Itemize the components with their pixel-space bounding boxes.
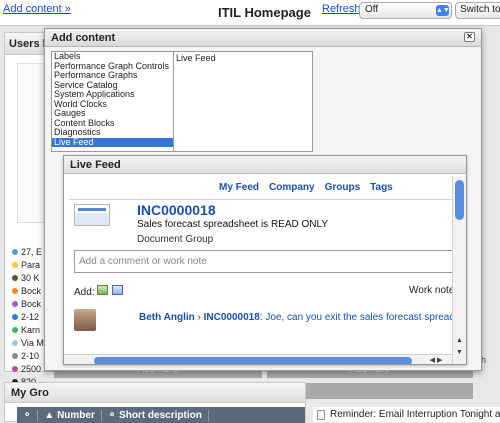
refresh-select[interactable]: Off ▲▼ bbox=[359, 2, 452, 19]
feed-tabs: My Feed Company Groups Tags bbox=[219, 182, 393, 193]
incident-description: Sales forecast spreadsheet is READ ONLY bbox=[137, 219, 329, 230]
tabs-divider bbox=[69, 199, 457, 200]
entry-separator: › bbox=[194, 312, 204, 323]
refresh-link[interactable]: Refresh: bbox=[322, 3, 364, 15]
reminder-text: Reminder: Email Interruption Tonight at bbox=[330, 409, 500, 420]
feed-tab[interactable]: Tags bbox=[370, 182, 393, 193]
legend-label: 2-12 bbox=[21, 311, 40, 322]
column-number-label: Number bbox=[57, 409, 95, 421]
scrollbar-thumb[interactable] bbox=[455, 180, 464, 220]
legend-dot-icon bbox=[12, 287, 18, 294]
page-title: ITIL Homepage bbox=[218, 5, 311, 20]
legend-dot-icon bbox=[12, 261, 18, 268]
preview-vertical-scrollbar[interactable]: ▲ ▼ bbox=[452, 176, 466, 364]
add-content-dialog: Add content ✕ Labels Performance Graph Co… bbox=[44, 28, 482, 371]
feed-tab[interactable]: My Feed bbox=[219, 182, 259, 193]
category-item[interactable]: Live Feed bbox=[52, 137, 187, 147]
my-groups-title: My Gro bbox=[5, 383, 305, 403]
incident-number[interactable]: INC0000018 bbox=[137, 202, 216, 218]
comment-input[interactable] bbox=[74, 250, 459, 273]
add-label: Add: bbox=[74, 287, 95, 298]
legend-label: 2-10 bbox=[21, 350, 40, 361]
content-item[interactable]: Live Feed bbox=[174, 52, 312, 64]
feed-tab[interactable]: Company bbox=[269, 182, 315, 193]
category-list[interactable]: Labels Performance Graph Controls Performa… bbox=[51, 51, 188, 152]
legend-label: 2500 bbox=[21, 363, 42, 374]
legend-dot-icon bbox=[12, 300, 18, 307]
content-item-list[interactable]: Live Feed bbox=[173, 51, 313, 152]
scroll-up-icon[interactable]: ▲ bbox=[454, 336, 465, 346]
dialog-header: Add content ✕ bbox=[45, 29, 481, 47]
column-number[interactable]: ▲ Number bbox=[38, 409, 102, 421]
legend-label: 27, E bbox=[21, 246, 43, 257]
feed-entry: Beth Anglin › INC0000018: Joe, can you e… bbox=[139, 312, 467, 323]
reminder-item[interactable]: Reminder: Email Interruption Tonight at bbox=[313, 407, 500, 422]
document-icon bbox=[317, 409, 325, 420]
incident-group: Document Group bbox=[137, 234, 214, 245]
avatar bbox=[74, 309, 96, 331]
column-short-description[interactable]: ⚬ Short description bbox=[102, 409, 209, 421]
legend-dot-icon bbox=[12, 352, 18, 359]
legend-label: Bock bbox=[21, 298, 42, 309]
live-feed-preview: Live Feed My Feed Company Groups Tags INC00… bbox=[63, 155, 467, 365]
entry-message: : Joe, can you exit the sales forecast s… bbox=[259, 312, 467, 323]
updown-arrows-icon: ▲▼ bbox=[436, 5, 450, 16]
entry-author[interactable]: Beth Anglin bbox=[139, 312, 195, 323]
homepage-toolbar: Add content » ITIL Homepage Refresh: Off… bbox=[0, 0, 500, 26]
scroll-left-right-icon[interactable]: ◀ ▶ bbox=[422, 355, 450, 364]
my-groups-widget: My Gro ⚬ ▲ Number ⚬ Short description bbox=[4, 382, 306, 423]
add-image-icon[interactable] bbox=[97, 285, 108, 295]
preview-horizontal-scrollbar[interactable]: ◀ ▶ bbox=[64, 354, 452, 364]
sort-icon[interactable]: ⚬ bbox=[17, 409, 39, 421]
legend-label: Bock bbox=[21, 285, 42, 296]
legend-dot-icon bbox=[12, 339, 18, 346]
column-short-description-label: Short description bbox=[119, 409, 202, 421]
dialog-title: Add content bbox=[51, 32, 116, 44]
add-content-link[interactable]: Add content » bbox=[3, 3, 71, 15]
legend-label: Via M bbox=[21, 337, 44, 348]
add-document-icon[interactable] bbox=[112, 285, 123, 295]
incident-thumbnail bbox=[74, 204, 110, 226]
legend-dot-icon bbox=[12, 365, 18, 372]
switch-to-button[interactable]: Switch to bbox=[455, 2, 500, 19]
entry-incident-link[interactable]: INC0000018 bbox=[204, 312, 260, 323]
legend-dot-icon bbox=[12, 313, 18, 320]
my-groups-table-header: ⚬ ▲ Number ⚬ Short description bbox=[17, 407, 305, 423]
legend-dot-icon bbox=[12, 326, 18, 333]
legend-label: Para bbox=[21, 259, 41, 270]
work-notes-toggle[interactable]: Work note bbox=[409, 285, 454, 296]
scroll-down-icon[interactable]: ▼ bbox=[454, 348, 465, 358]
refresh-value: Off bbox=[365, 4, 379, 15]
legend-label: 30 K bbox=[21, 272, 40, 283]
scrollbar-thumb[interactable] bbox=[94, 357, 412, 364]
close-icon[interactable]: ✕ bbox=[464, 32, 475, 42]
legend-label: Karn bbox=[21, 324, 41, 335]
legend-dot-icon bbox=[12, 274, 18, 281]
thumbnail-bar bbox=[78, 208, 106, 211]
feed-tab[interactable]: Groups bbox=[325, 182, 361, 193]
legend-dot-icon bbox=[12, 248, 18, 255]
preview-title: Live Feed bbox=[64, 156, 466, 174]
